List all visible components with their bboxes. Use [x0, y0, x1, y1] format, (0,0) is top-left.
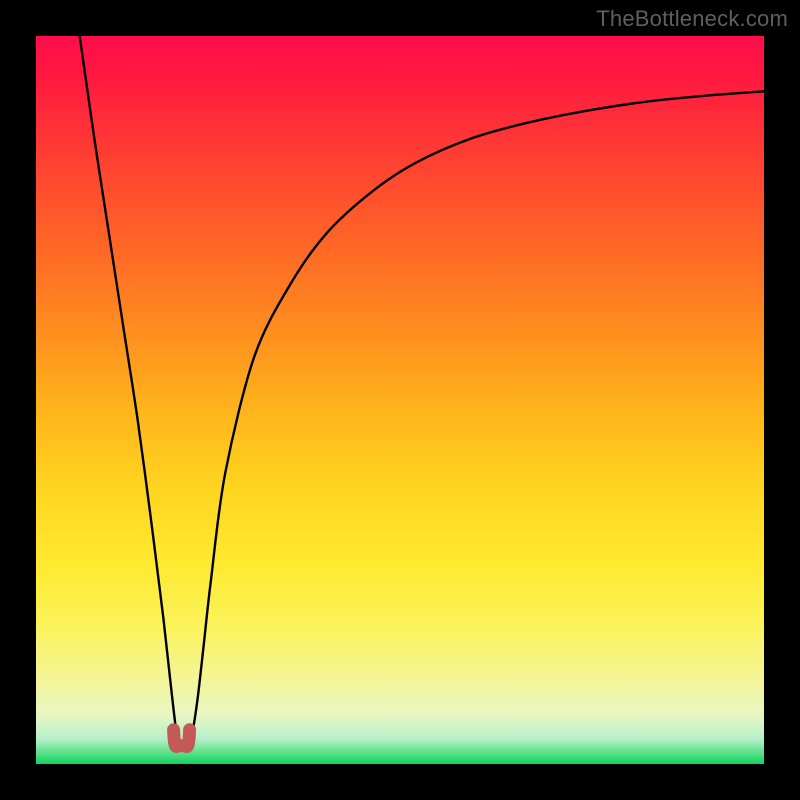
watermark-text: TheBottleneck.com: [596, 6, 788, 32]
chart-frame: TheBottleneck.com: [0, 0, 800, 800]
curve-layer: [36, 36, 764, 764]
bottleneck-curve: [80, 36, 764, 748]
plot-area: [36, 36, 764, 764]
trough-marker: [174, 730, 190, 747]
